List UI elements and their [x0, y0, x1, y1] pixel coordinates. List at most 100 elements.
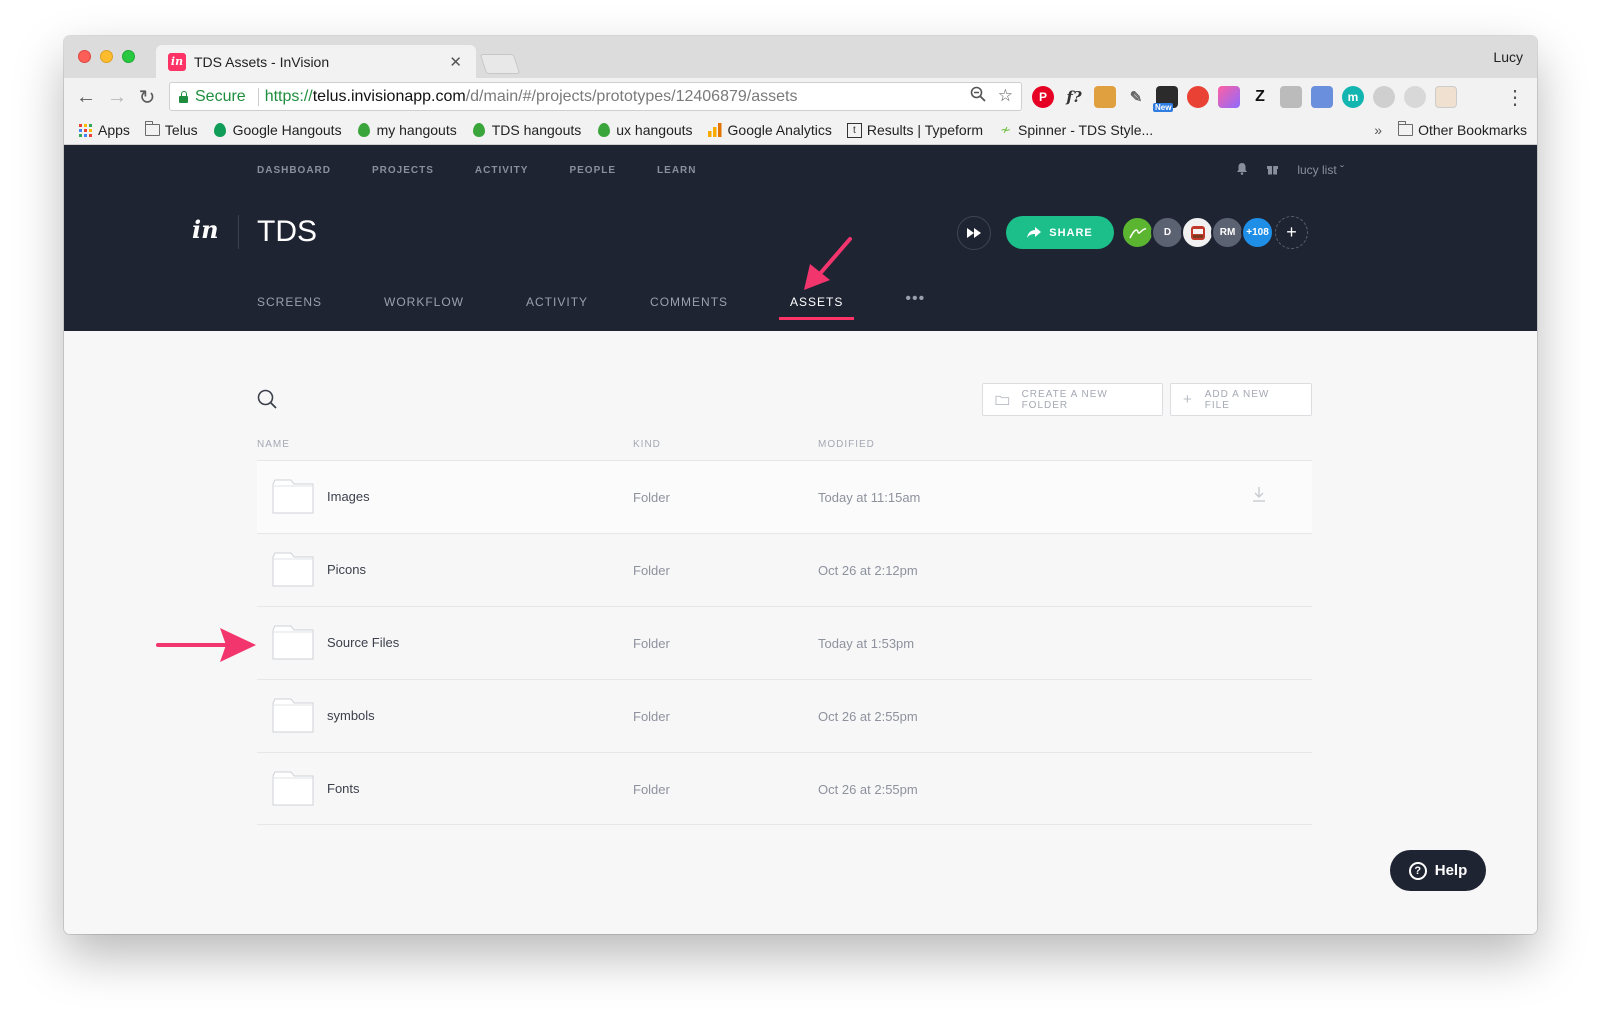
bookmark-label: Other Bookmarks [1418, 122, 1527, 138]
close-window-button[interactable] [78, 50, 91, 63]
reload-icon[interactable]: ↻ [135, 85, 159, 109]
avatar-overflow-count[interactable]: +108 [1241, 216, 1274, 249]
user-name: lucy list [1297, 163, 1337, 177]
bookmark-typeform[interactable]: t Results | Typeform [846, 122, 983, 138]
gift-icon[interactable] [1266, 162, 1279, 178]
puzzle-icon[interactable] [1280, 86, 1302, 108]
tab-assets[interactable]: ASSETS [778, 295, 855, 320]
pinterest-icon[interactable]: P [1032, 86, 1054, 108]
new-tab-button[interactable] [479, 54, 521, 74]
eyedropper-icon[interactable]: ✎ [1125, 86, 1147, 108]
browser-menu-icon[interactable]: ⋮ [1505, 85, 1525, 110]
nav-dashboard[interactable]: DASHBOARD [257, 165, 331, 176]
url-path: /d/main/#/projects/prototypes/12406879/a… [465, 87, 798, 105]
search-icon[interactable] [257, 389, 277, 409]
bookmark-tds-hangouts[interactable]: TDS hangouts [472, 122, 581, 138]
bookmark-other[interactable]: Other Bookmarks [1398, 121, 1527, 138]
invision-favicon-icon: in [168, 52, 186, 71]
table-row[interactable]: symbols Folder Oct 26 at 2:55pm [257, 679, 1312, 752]
row-name[interactable]: symbols [327, 708, 375, 723]
url-scheme: https:// [264, 87, 313, 105]
nav-learn[interactable]: LEARN [657, 165, 696, 176]
tab-close-icon[interactable]: ✕ [449, 53, 462, 71]
table-row[interactable]: Images Folder Today at 11:15am [257, 460, 1312, 533]
plus-icon: + [1183, 391, 1193, 408]
user-menu[interactable]: lucy list ˇ [1297, 163, 1344, 177]
create-folder-button[interactable]: CREATE A NEW FOLDER [982, 383, 1163, 416]
ruler-icon[interactable] [1094, 86, 1116, 108]
maximize-window-button[interactable] [122, 50, 135, 63]
avatar[interactable]: D [1151, 216, 1184, 249]
minimize-window-button[interactable] [100, 50, 113, 63]
folder-icon [144, 121, 160, 138]
add-member-button[interactable]: + [1275, 216, 1308, 249]
typeform-icon: t [846, 122, 862, 138]
cookie-icon[interactable] [1187, 86, 1209, 108]
table-row[interactable]: Picons Folder Oct 26 at 2:12pm [257, 533, 1312, 606]
bookmark-spinner[interactable]: ≁ Spinner - TDS Style... [998, 122, 1153, 138]
grey-extension-icon[interactable] [1373, 86, 1395, 108]
column-modified[interactable]: MODIFIED [818, 439, 875, 450]
bookmark-my-hangouts[interactable]: my hangouts [357, 122, 457, 138]
folder-icon [272, 625, 314, 660]
row-name[interactable]: Picons [327, 562, 366, 577]
bookmark-star-icon[interactable]: ☆ [998, 86, 1013, 107]
bookmark-apps[interactable]: Apps [78, 122, 130, 138]
analytics-icon [708, 123, 723, 138]
bookmark-google-analytics[interactable]: Google Analytics [708, 122, 832, 138]
row-name[interactable]: Images [327, 489, 370, 504]
zoom-icon[interactable] [970, 86, 986, 107]
browser-tab[interactable]: in TDS Assets - InVision ✕ [156, 45, 476, 78]
url-divider [257, 87, 259, 106]
bookmark-google-hangouts[interactable]: Google Hangouts [213, 122, 342, 138]
extension-new-icon[interactable]: New [1153, 86, 1178, 112]
whatfont-icon[interactable]: f? [1063, 86, 1085, 108]
column-name[interactable]: NAME [257, 439, 290, 450]
download-icon[interactable] [1252, 486, 1266, 507]
avatar[interactable]: RM [1211, 216, 1244, 249]
hangouts-icon [596, 123, 611, 138]
secure-label: Secure [195, 87, 246, 105]
notes-icon[interactable] [1435, 86, 1457, 108]
more-tabs-icon[interactable]: ••• [905, 290, 925, 308]
row-name[interactable]: Source Files [327, 635, 399, 650]
tab-screens[interactable]: SCREENS [257, 295, 322, 309]
tab-activity[interactable]: ACTIVITY [526, 295, 588, 309]
bookmark-ux-hangouts[interactable]: ux hangouts [596, 122, 693, 138]
share-button[interactable]: SHARE [1006, 216, 1114, 249]
table-row[interactable]: Fonts Folder Oct 26 at 2:55pm [257, 752, 1312, 825]
table-row[interactable]: Source Files Folder Today at 1:53pm [257, 606, 1312, 679]
column-kind[interactable]: KIND [633, 439, 661, 450]
help-label: Help [1434, 862, 1468, 879]
tab-workflow[interactable]: WORKFLOW [384, 295, 464, 309]
nav-people[interactable]: PEOPLE [569, 165, 616, 176]
mint-icon[interactable]: m [1342, 86, 1364, 108]
row-kind: Folder [633, 636, 670, 651]
profile-name[interactable]: Lucy [1493, 49, 1523, 65]
back-icon[interactable]: ← [74, 85, 98, 109]
zendesk-icon[interactable]: Z [1249, 86, 1271, 108]
avatar[interactable] [1181, 216, 1214, 249]
nav-activity[interactable]: ACTIVITY [475, 165, 529, 176]
color-picker-icon[interactable] [1218, 86, 1240, 108]
browser-toolbar: ← → ↻ Secure https://telus.invisionapp.c… [64, 78, 1537, 116]
calendar-icon[interactable] [1311, 86, 1333, 108]
target-icon[interactable] [1404, 86, 1426, 108]
bookmark-label: Google Analytics [727, 122, 832, 138]
help-button[interactable]: ? Help [1390, 850, 1486, 891]
row-name[interactable]: Fonts [327, 781, 360, 796]
share-label: SHARE [1049, 226, 1093, 239]
hangouts-icon [472, 123, 487, 138]
bell-icon[interactable] [1236, 162, 1248, 178]
add-file-button[interactable]: + ADD A NEW FILE [1170, 383, 1312, 416]
invision-logo[interactable]: in [192, 215, 219, 244]
forward-icon[interactable]: → [105, 85, 129, 109]
photo-avatar-icon [1190, 225, 1205, 240]
avatar[interactable] [1121, 216, 1154, 249]
preview-play-button[interactable] [957, 216, 991, 250]
bookmarks-overflow-icon[interactable]: » [1374, 122, 1382, 138]
address-bar[interactable]: Secure https://telus.invisionapp.com/d/m… [169, 82, 1022, 111]
tab-comments[interactable]: COMMENTS [650, 295, 728, 309]
nav-projects[interactable]: PROJECTS [372, 165, 434, 176]
bookmark-telus[interactable]: Telus [144, 121, 198, 138]
